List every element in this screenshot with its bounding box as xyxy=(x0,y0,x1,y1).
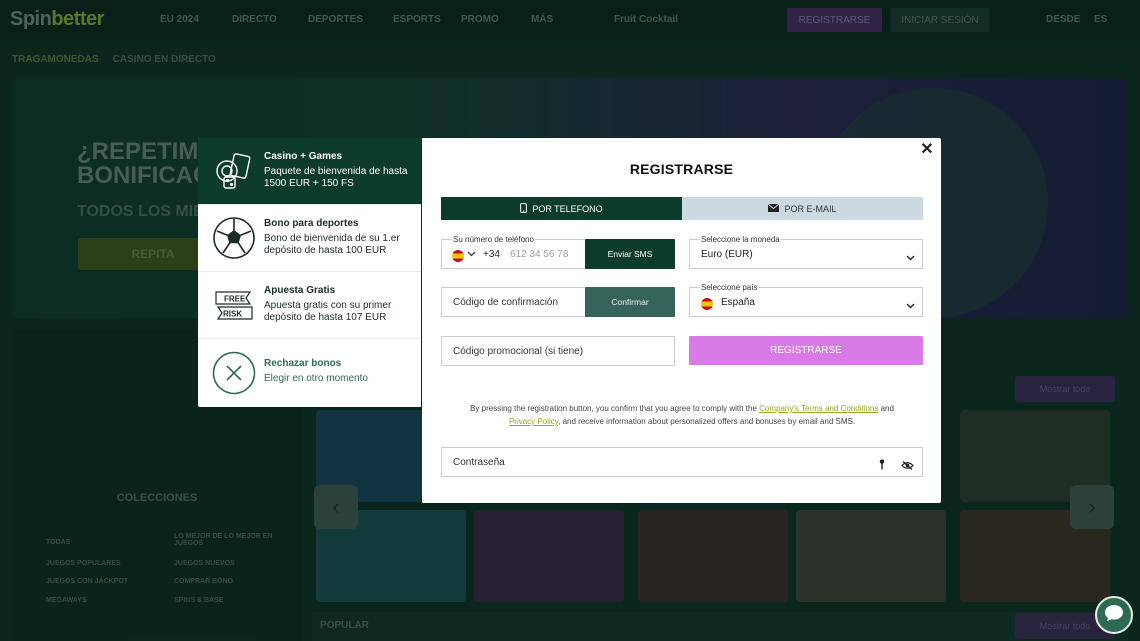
bonus-option-casino[interactable]: Casino + Games Paquete de bienvenida de … xyxy=(198,138,421,205)
terms-text: By pressing the registration button, you… xyxy=(441,402,923,428)
send-sms-button[interactable]: Enviar SMS xyxy=(585,239,675,269)
password-field[interactable]: Contraseña xyxy=(441,447,923,477)
envelope-icon xyxy=(768,203,780,214)
registration-modal: ✕ REGISTRARSE POR TELEFONO POR E-MAIL Su… xyxy=(422,138,941,503)
free-risk-icon: FREE RISK xyxy=(212,283,256,327)
currency-select[interactable]: Seleccione la moneda Euro (EUR) xyxy=(689,235,923,269)
chevron-down-icon[interactable] xyxy=(467,247,476,263)
key-icon[interactable] xyxy=(879,457,885,475)
free-label: FREE xyxy=(224,295,246,304)
currency-label: Seleccione la moneda xyxy=(700,235,781,244)
eye-off-icon[interactable] xyxy=(901,457,914,475)
bonus-description: Apuesta gratis con su primer depósito de… xyxy=(264,300,392,323)
risk-label: RISK xyxy=(223,310,242,319)
privacy-policy-link[interactable]: Privacy Policy xyxy=(509,417,558,426)
confirm-button[interactable]: Confirmar xyxy=(585,287,675,317)
bonus-description: Paquete de bienvenida de hasta 1500 EUR … xyxy=(264,166,408,189)
password-actions xyxy=(879,457,914,475)
bonus-title: Casino + Games xyxy=(264,151,343,162)
bonus-option-sports[interactable]: Bono para deportes Bono de bienvenida de… xyxy=(198,205,421,272)
bonus-description: Elegir en otro momento xyxy=(264,373,368,384)
country-label: Seleccione país xyxy=(700,283,759,292)
promo-code-input[interactable]: Código promocional (si tiene) xyxy=(453,346,583,357)
terms-text-part: , and receive information about personal… xyxy=(558,417,856,426)
casino-chips-icon xyxy=(212,149,256,193)
bonus-selection-panel: Casino + Games Paquete de bienvenida de … xyxy=(198,138,421,407)
tab-email[interactable]: POR E-MAIL xyxy=(682,197,923,220)
close-icon[interactable]: ✕ xyxy=(919,142,935,158)
bonus-option-reject[interactable]: Rechazar bonos Elegir en otro momento xyxy=(198,339,421,406)
terms-text-part: and xyxy=(878,404,894,413)
soccer-ball-icon xyxy=(212,216,256,260)
country-select[interactable]: Seleccione país España xyxy=(689,283,923,317)
phone-field-label: Su número de teléfono xyxy=(452,235,535,244)
bonus-option-free-bet[interactable]: FREE RISK Apuesta Gratis Apuesta gratis … xyxy=(198,272,421,339)
terms-link[interactable]: Company's Terms and Conditions xyxy=(759,404,878,413)
modal-title: REGISTRARSE xyxy=(629,161,734,177)
phone-country-code: +34 xyxy=(483,249,500,260)
currency-value: Euro (EUR) xyxy=(701,249,753,260)
close-circle-icon xyxy=(212,351,256,395)
bonus-title: Rechazar bonos xyxy=(264,358,342,369)
chat-support-button[interactable] xyxy=(1095,596,1133,634)
tab-phone[interactable]: POR TELEFONO xyxy=(441,197,682,220)
spain-flag-icon[interactable] xyxy=(452,250,464,262)
promo-code-field[interactable]: Código promocional (si tiene) xyxy=(441,336,675,366)
confirmation-code-input[interactable]: Código de confirmación xyxy=(453,297,558,308)
chevron-down-icon xyxy=(906,297,915,309)
bonus-title: Apuesta Gratis xyxy=(264,285,336,296)
phone-icon xyxy=(520,202,528,215)
chevron-down-icon xyxy=(906,249,915,261)
chat-bubble-icon xyxy=(1104,604,1124,627)
phone-input[interactable]: 612 34 56 78 xyxy=(510,249,568,260)
register-button[interactable]: REGISTRARSE xyxy=(689,336,923,365)
bonus-description: Bono de bienvenida de su 1.er depósito d… xyxy=(264,233,400,256)
tab-phone-label: POR TELEFONO xyxy=(532,203,603,214)
terms-text-part: By pressing the registration button, you… xyxy=(470,404,760,413)
password-input[interactable]: Contraseña xyxy=(453,457,505,468)
bonus-title: Bono para deportes xyxy=(264,218,359,229)
country-value: España xyxy=(721,297,755,308)
spain-flag-icon xyxy=(701,298,713,310)
tab-email-label: POR E-MAIL xyxy=(784,203,837,214)
registration-method-tabs: POR TELEFONO POR E-MAIL xyxy=(441,197,923,220)
